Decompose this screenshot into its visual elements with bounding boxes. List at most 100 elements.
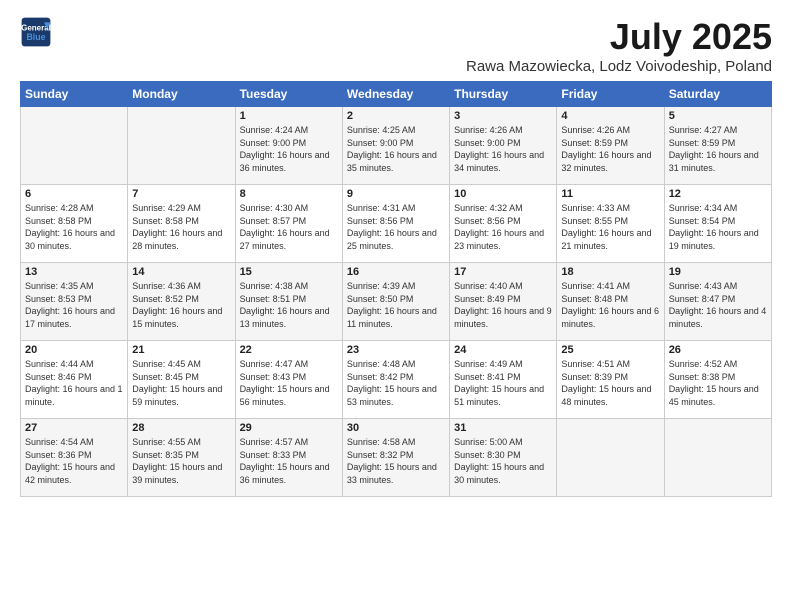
- day-number: 3: [454, 110, 552, 122]
- table-row: 20 Sunrise: 4:44 AM Sunset: 8:46 PM Dayli…: [21, 341, 128, 419]
- table-row: [21, 107, 128, 185]
- calendar-week-row: 27 Sunrise: 4:54 AM Sunset: 8:36 PM Dayli…: [21, 419, 772, 497]
- calendar-page: General Blue July 2025 Rawa Mazowiecka, …: [0, 0, 792, 612]
- day-number: 25: [561, 344, 659, 356]
- table-row: 7 Sunrise: 4:29 AM Sunset: 8:58 PM Daylig…: [128, 185, 235, 263]
- table-row: 23 Sunrise: 4:48 AM Sunset: 8:42 PM Dayli…: [342, 341, 449, 419]
- day-number: 30: [347, 422, 445, 434]
- day-detail: Sunrise: 4:26 AM Sunset: 8:59 PM Dayligh…: [561, 124, 659, 174]
- table-row: 13 Sunrise: 4:35 AM Sunset: 8:53 PM Dayli…: [21, 263, 128, 341]
- table-row: 12Sunrise: 4:34 AM Sunset: 8:54 PM Dayli…: [664, 185, 771, 263]
- col-friday: Friday: [557, 82, 664, 107]
- page-header: General Blue July 2025 Rawa Mazowiecka, …: [20, 16, 772, 75]
- day-detail: Sunrise: 4:31 AM Sunset: 8:56 PM Dayligh…: [347, 202, 445, 252]
- day-detail: Sunrise: 4:47 AM Sunset: 8:43 PM Dayligh…: [240, 358, 338, 408]
- table-row: 24Sunrise: 4:49 AM Sunset: 8:41 PM Dayli…: [450, 341, 557, 419]
- day-number: 21: [132, 344, 230, 356]
- table-row: [557, 419, 664, 497]
- day-number: 27: [25, 422, 123, 434]
- day-detail: Sunrise: 4:35 AM Sunset: 8:53 PM Dayligh…: [25, 280, 123, 330]
- table-row: 4 Sunrise: 4:26 AM Sunset: 8:59 PM Daylig…: [557, 107, 664, 185]
- day-number: 7: [132, 188, 230, 200]
- table-row: 22 Sunrise: 4:47 AM Sunset: 8:43 PM Dayli…: [235, 341, 342, 419]
- calendar-week-row: 20 Sunrise: 4:44 AM Sunset: 8:46 PM Dayli…: [21, 341, 772, 419]
- table-row: 2 Sunrise: 4:25 AM Sunset: 9:00 PM Daylig…: [342, 107, 449, 185]
- col-monday: Monday: [128, 82, 235, 107]
- day-number: 12: [669, 188, 767, 200]
- day-detail: Sunrise: 4:32 AM Sunset: 8:56 PM Dayligh…: [454, 202, 552, 252]
- day-detail: Sunrise: 4:51 AM Sunset: 8:39 PM Dayligh…: [561, 358, 659, 408]
- day-detail: Sunrise: 4:54 AM Sunset: 8:36 PM Dayligh…: [25, 436, 123, 486]
- day-number: 2: [347, 110, 445, 122]
- table-row: 18Sunrise: 4:41 AM Sunset: 8:48 PM Dayli…: [557, 263, 664, 341]
- day-detail: Sunrise: 4:36 AM Sunset: 8:52 PM Dayligh…: [132, 280, 230, 330]
- day-number: 31: [454, 422, 552, 434]
- table-row: 19 Sunrise: 4:43 AM Sunset: 8:47 PM Dayli…: [664, 263, 771, 341]
- table-row: 6Sunrise: 4:28 AM Sunset: 8:58 PM Daylig…: [21, 185, 128, 263]
- day-number: 22: [240, 344, 338, 356]
- svg-text:Blue: Blue: [26, 32, 45, 42]
- table-row: 1 Sunrise: 4:24 AM Sunset: 9:00 PM Daylig…: [235, 107, 342, 185]
- day-detail: Sunrise: 4:26 AM Sunset: 9:00 PM Dayligh…: [454, 124, 552, 174]
- day-number: 28: [132, 422, 230, 434]
- page-subtitle: Rawa Mazowiecka, Lodz Voivodeship, Polan…: [466, 58, 772, 75]
- table-row: 27 Sunrise: 4:54 AM Sunset: 8:36 PM Dayli…: [21, 419, 128, 497]
- day-detail: Sunrise: 4:49 AM Sunset: 8:41 PM Dayligh…: [454, 358, 552, 408]
- table-row: 26 Sunrise: 4:52 AM Sunset: 8:38 PM Dayli…: [664, 341, 771, 419]
- day-detail: Sunrise: 4:40 AM Sunset: 8:49 PM Dayligh…: [454, 280, 552, 330]
- day-detail: Sunrise: 4:30 AM Sunset: 8:57 PM Dayligh…: [240, 202, 338, 252]
- day-detail: Sunrise: 4:38 AM Sunset: 8:51 PM Dayligh…: [240, 280, 338, 330]
- day-detail: Sunrise: 4:52 AM Sunset: 8:38 PM Dayligh…: [669, 358, 767, 408]
- day-number: 6: [25, 188, 123, 200]
- day-detail: Sunrise: 4:25 AM Sunset: 9:00 PM Dayligh…: [347, 124, 445, 174]
- col-sunday: Sunday: [21, 82, 128, 107]
- day-number: 13: [25, 266, 123, 278]
- table-row: 25 Sunrise: 4:51 AM Sunset: 8:39 PM Dayli…: [557, 341, 664, 419]
- day-detail: Sunrise: 4:48 AM Sunset: 8:42 PM Dayligh…: [347, 358, 445, 408]
- table-row: 15Sunrise: 4:38 AM Sunset: 8:51 PM Dayli…: [235, 263, 342, 341]
- table-row: 21 Sunrise: 4:45 AM Sunset: 8:45 PM Dayli…: [128, 341, 235, 419]
- calendar-week-row: 6Sunrise: 4:28 AM Sunset: 8:58 PM Daylig…: [21, 185, 772, 263]
- day-number: 10: [454, 188, 552, 200]
- day-number: 23: [347, 344, 445, 356]
- calendar-week-row: 1 Sunrise: 4:24 AM Sunset: 9:00 PM Daylig…: [21, 107, 772, 185]
- day-number: 16: [347, 266, 445, 278]
- day-number: 14: [132, 266, 230, 278]
- day-number: 4: [561, 110, 659, 122]
- calendar-week-row: 13 Sunrise: 4:35 AM Sunset: 8:53 PM Dayli…: [21, 263, 772, 341]
- calendar-table: Sunday Monday Tuesday Wednesday Thursday…: [20, 81, 772, 497]
- day-detail: Sunrise: 4:39 AM Sunset: 8:50 PM Dayligh…: [347, 280, 445, 330]
- table-row: [664, 419, 771, 497]
- table-row: 28 Sunrise: 4:55 AM Sunset: 8:35 PM Dayli…: [128, 419, 235, 497]
- day-detail: Sunrise: 4:24 AM Sunset: 9:00 PM Dayligh…: [240, 124, 338, 174]
- day-number: 9: [347, 188, 445, 200]
- table-row: 9 Sunrise: 4:31 AM Sunset: 8:56 PM Daylig…: [342, 185, 449, 263]
- day-detail: Sunrise: 4:29 AM Sunset: 8:58 PM Dayligh…: [132, 202, 230, 252]
- day-number: 1: [240, 110, 338, 122]
- day-number: 26: [669, 344, 767, 356]
- day-detail: Sunrise: 4:33 AM Sunset: 8:55 PM Dayligh…: [561, 202, 659, 252]
- table-row: [128, 107, 235, 185]
- day-detail: Sunrise: 4:58 AM Sunset: 8:32 PM Dayligh…: [347, 436, 445, 486]
- table-row: 11Sunrise: 4:33 AM Sunset: 8:55 PM Dayli…: [557, 185, 664, 263]
- title-block: July 2025 Rawa Mazowiecka, Lodz Voivodes…: [466, 16, 772, 75]
- day-detail: Sunrise: 4:45 AM Sunset: 8:45 PM Dayligh…: [132, 358, 230, 408]
- header-row: Sunday Monday Tuesday Wednesday Thursday…: [21, 82, 772, 107]
- day-number: 19: [669, 266, 767, 278]
- page-title: July 2025: [466, 16, 772, 58]
- col-thursday: Thursday: [450, 82, 557, 107]
- col-wednesday: Wednesday: [342, 82, 449, 107]
- day-detail: Sunrise: 4:44 AM Sunset: 8:46 PM Dayligh…: [25, 358, 123, 408]
- day-detail: Sunrise: 4:43 AM Sunset: 8:47 PM Dayligh…: [669, 280, 767, 330]
- logo-icon: General Blue: [20, 16, 52, 48]
- table-row: 16 Sunrise: 4:39 AM Sunset: 8:50 PM Dayli…: [342, 263, 449, 341]
- day-detail: Sunrise: 4:41 AM Sunset: 8:48 PM Dayligh…: [561, 280, 659, 330]
- day-number: 29: [240, 422, 338, 434]
- day-number: 20: [25, 344, 123, 356]
- day-detail: Sunrise: 4:55 AM Sunset: 8:35 PM Dayligh…: [132, 436, 230, 486]
- table-row: 29Sunrise: 4:57 AM Sunset: 8:33 PM Dayli…: [235, 419, 342, 497]
- logo: General Blue: [20, 16, 52, 48]
- col-tuesday: Tuesday: [235, 82, 342, 107]
- table-row: 31 Sunrise: 5:00 AM Sunset: 8:30 PM Dayli…: [450, 419, 557, 497]
- day-detail: Sunrise: 5:00 AM Sunset: 8:30 PM Dayligh…: [454, 436, 552, 486]
